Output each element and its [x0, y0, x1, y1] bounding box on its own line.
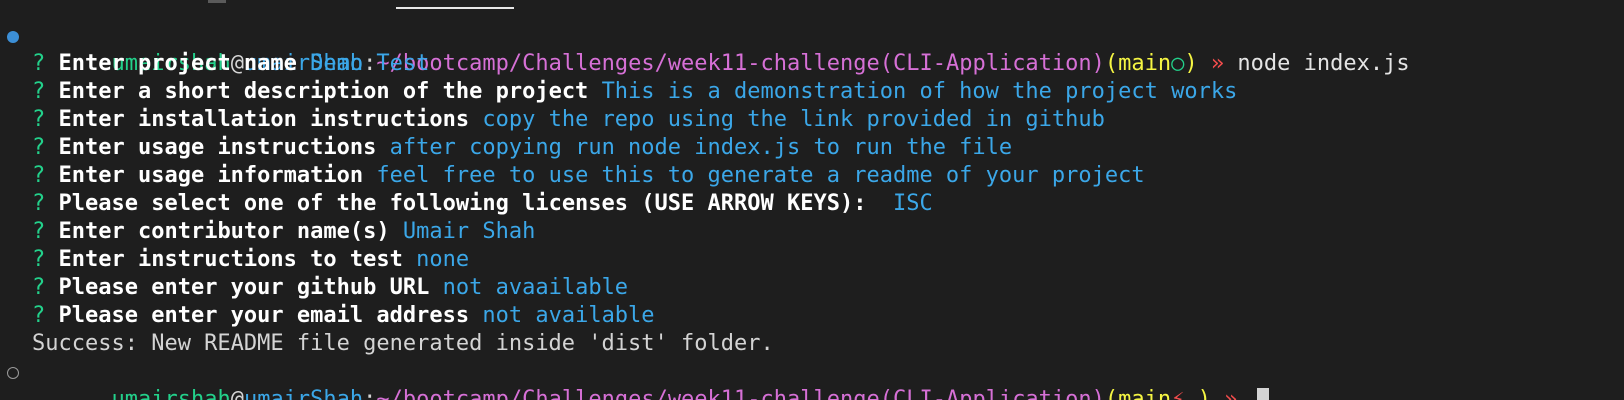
prompt-user: umairshah [111, 387, 231, 400]
inquirer-prompt-line: ? Enter usage instructions after copying… [0, 134, 1624, 162]
answer-text: This is a demonstration of how the proje… [601, 79, 1238, 104]
question-mark-icon: ? [32, 163, 46, 188]
question-text: Please enter your email address [58, 303, 470, 328]
question-mark-icon: ? [32, 303, 46, 328]
question-mark-icon: ? [32, 51, 46, 76]
git-dirty-icon: ⚡ [1171, 387, 1185, 400]
text-cursor[interactable] [1256, 388, 1269, 400]
success-line: Success: New README file generated insid… [0, 330, 1624, 358]
answer-text: not available [482, 303, 655, 328]
prompt-branch-close: ) [1197, 387, 1211, 400]
question-text: Please select one of the following licen… [58, 191, 867, 216]
prompt-colon: : [363, 387, 377, 400]
prompt-at: @ [230, 387, 244, 400]
terminal-output: umairshah@umairShah:~/bootcamp/Challenge… [0, 22, 1624, 400]
question-text: Enter usage instructions [58, 135, 377, 160]
active-prompt-line[interactable]: umairshah@umairShah:~/bootcamp/Challenge… [0, 358, 1624, 400]
question-text: Enter project name [58, 51, 297, 76]
question-mark-icon: ? [32, 107, 46, 132]
prompt-branch-open: ( [1104, 387, 1119, 400]
inquirer-prompt-line: ? Enter contributor name(s) Umair Shah [0, 218, 1624, 246]
answer-text: Demo Test [310, 51, 430, 76]
prompt-arrow: » [1210, 387, 1251, 400]
answer-text: Umair Shah [402, 219, 536, 244]
prompt-branch: main [1118, 387, 1172, 400]
command-line: umairshah@umairShah:~/bootcamp/Challenge… [0, 22, 1624, 76]
prompt-branch-space [1184, 387, 1197, 400]
question-text: Enter usage information [58, 163, 364, 188]
answer-text: feel free to use this to generate a read… [376, 163, 1145, 188]
answer-text: not avaailable [442, 275, 629, 300]
answer-text: ISC [879, 191, 933, 216]
command-decoration-icon[interactable] [7, 31, 19, 43]
inquirer-prompt-line: ? Enter project name Demo Test [0, 50, 1624, 78]
question-mark-icon: ? [32, 135, 46, 160]
tab-indicator-inactive [208, 0, 226, 3]
answer-text: after copying run node index.js to run t… [389, 135, 1013, 160]
inquirer-prompt-line: ? Please enter your github URL not avaai… [0, 274, 1624, 302]
inquirer-prompt-line: ? Please enter your email address not av… [0, 302, 1624, 330]
question-mark-icon: ? [32, 191, 46, 216]
question-mark-icon: ? [32, 79, 46, 104]
answer-text: none [416, 247, 470, 272]
inquirer-prompt-line: ? Enter installation instructions copy t… [0, 106, 1624, 134]
inquirer-prompt-line: ? Enter usage information feel free to u… [0, 162, 1624, 190]
answer-text: copy the repo using the link provided in… [482, 107, 1105, 132]
question-text: Enter installation instructions [58, 107, 470, 132]
question-mark-icon: ? [32, 219, 46, 244]
question-text: Please enter your github URL [58, 275, 430, 300]
inquirer-prompt-line: ? Enter instructions to test none [0, 246, 1624, 274]
question-mark-icon: ? [32, 247, 46, 272]
tab-indicator-active [396, 7, 514, 9]
prompt-host: umairShah [243, 387, 364, 400]
question-text: Enter contributor name(s) [58, 219, 390, 244]
inquirer-prompt-line: ? Enter a short description of the proje… [0, 78, 1624, 106]
question-text: Enter a short description of the project [58, 79, 589, 104]
command-decoration-icon[interactable] [7, 367, 19, 379]
question-mark-icon: ? [32, 275, 46, 300]
question-text: Enter instructions to test [58, 247, 403, 272]
success-message: Success: New README file generated insid… [32, 331, 774, 356]
terminal-panel[interactable]: umairshah@umairShah:~/bootcamp/Challenge… [0, 0, 1624, 400]
prompt-path: ~/bootcamp/Challenges/week11-challenge(C… [376, 387, 1105, 400]
inquirer-prompt-line: ? Please select one of the following lic… [0, 190, 1624, 218]
